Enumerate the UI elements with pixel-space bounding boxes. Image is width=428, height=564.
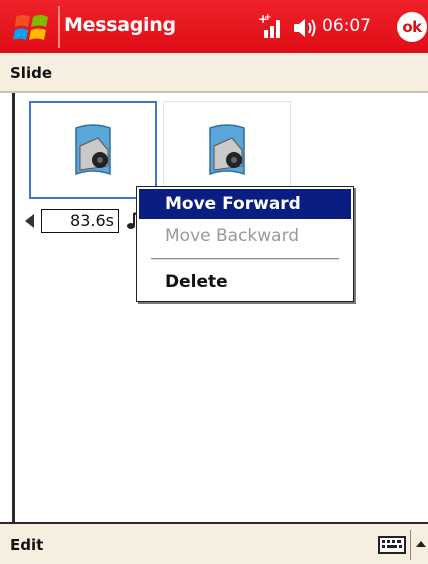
header-title: Slide — [10, 64, 52, 82]
picture-icon — [75, 124, 111, 176]
menu-item-delete[interactable]: Delete — [139, 267, 351, 297]
app-title: Messaging — [64, 14, 176, 36]
clock[interactable]: 06:07 — [322, 16, 371, 36]
sip-separator — [410, 530, 411, 560]
header-bar: Slide — [0, 53, 428, 93]
edit-menu-button[interactable]: Edit — [10, 536, 43, 554]
svg-text:+: + — [264, 13, 272, 23]
menu-divider — [151, 258, 339, 260]
slide-thumbnail-2[interactable] — [163, 101, 291, 199]
title-bar: Messaging + + 06:07 ok — [0, 0, 428, 53]
picture-icon — [209, 124, 245, 176]
ok-button[interactable]: ok — [397, 12, 427, 42]
title-separator — [58, 6, 60, 48]
sip-arrow-icon[interactable] — [416, 541, 426, 547]
menu-item-move-forward[interactable]: Move Forward — [139, 189, 351, 219]
left-arrow-icon[interactable] — [25, 214, 34, 228]
bottom-menu-bar: Edit — [0, 522, 428, 564]
windows-start-icon[interactable] — [12, 7, 52, 47]
signal-icon[interactable]: + + — [258, 12, 286, 42]
slide-thumbnail-1[interactable] — [29, 101, 157, 199]
context-menu: Move Forward Move Backward Delete — [136, 186, 354, 302]
duration-field[interactable]: 83.6s — [41, 209, 119, 233]
menu-item-move-backward: Move Backward — [165, 226, 300, 246]
keyboard-icon[interactable] — [378, 535, 406, 555]
volume-icon[interactable] — [292, 16, 318, 40]
slide-area: 83.6s — [12, 93, 428, 523]
